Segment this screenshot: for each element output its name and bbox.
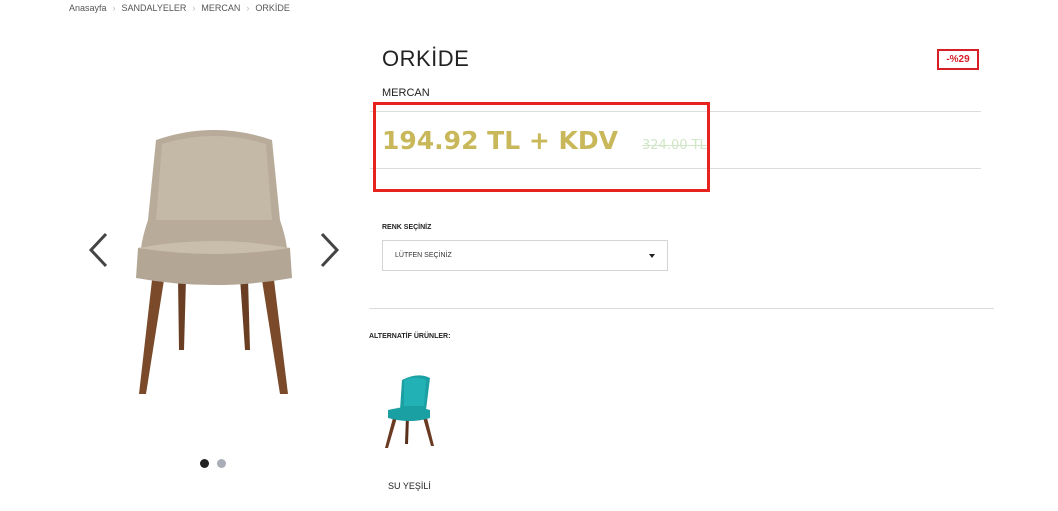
chevron-right-icon	[320, 232, 340, 268]
breadcrumb: Anasayfa › SANDALYELER › MERCAN › ORKİDE	[69, 3, 290, 13]
breadcrumb-sandalyeler[interactable]: SANDALYELER	[122, 3, 187, 13]
caret-down-icon	[649, 253, 655, 258]
alternative-product-name[interactable]: SU YEŞİLİ	[388, 481, 431, 491]
divider	[370, 111, 981, 112]
divider	[370, 168, 981, 169]
color-select[interactable]: LÜTFEN SEÇİNİZ	[382, 240, 668, 271]
chevron-right-icon: ›	[112, 3, 116, 13]
price-block: 194.92 TL + KDV 324.00 TL	[382, 126, 707, 155]
color-select-label: RENK SEÇİNİZ	[382, 224, 432, 231]
chevron-left-icon	[88, 232, 108, 268]
product-price: 194.92 TL + KDV	[382, 126, 618, 155]
gallery-dot-1[interactable]	[200, 459, 209, 468]
product-title: ORKİDE	[382, 46, 470, 71]
breadcrumb-mercan[interactable]: MERCAN	[201, 3, 240, 13]
product-old-price: 324.00 TL	[642, 138, 707, 153]
alternative-product-item[interactable]	[378, 370, 442, 455]
chevron-right-icon: ›	[246, 3, 250, 13]
breadcrumb-current: ORKİDE	[255, 3, 290, 13]
divider	[369, 308, 994, 309]
color-select-value: LÜTFEN SEÇİNİZ	[395, 252, 452, 259]
product-gallery	[80, 110, 350, 490]
gallery-next-button[interactable]	[316, 230, 342, 270]
gallery-dot-2[interactable]	[217, 459, 226, 468]
gallery-dots	[200, 459, 226, 468]
gallery-prev-button[interactable]	[86, 230, 112, 270]
discount-badge: -%29	[937, 49, 979, 70]
breadcrumb-home[interactable]: Anasayfa	[69, 3, 107, 13]
chevron-right-icon: ›	[192, 3, 196, 13]
product-image	[136, 130, 292, 394]
alternative-product-image	[385, 375, 434, 448]
alternatives-heading: ALTERNATİF ÜRÜNLER:	[369, 333, 451, 340]
product-brand: MERCAN	[382, 87, 430, 99]
